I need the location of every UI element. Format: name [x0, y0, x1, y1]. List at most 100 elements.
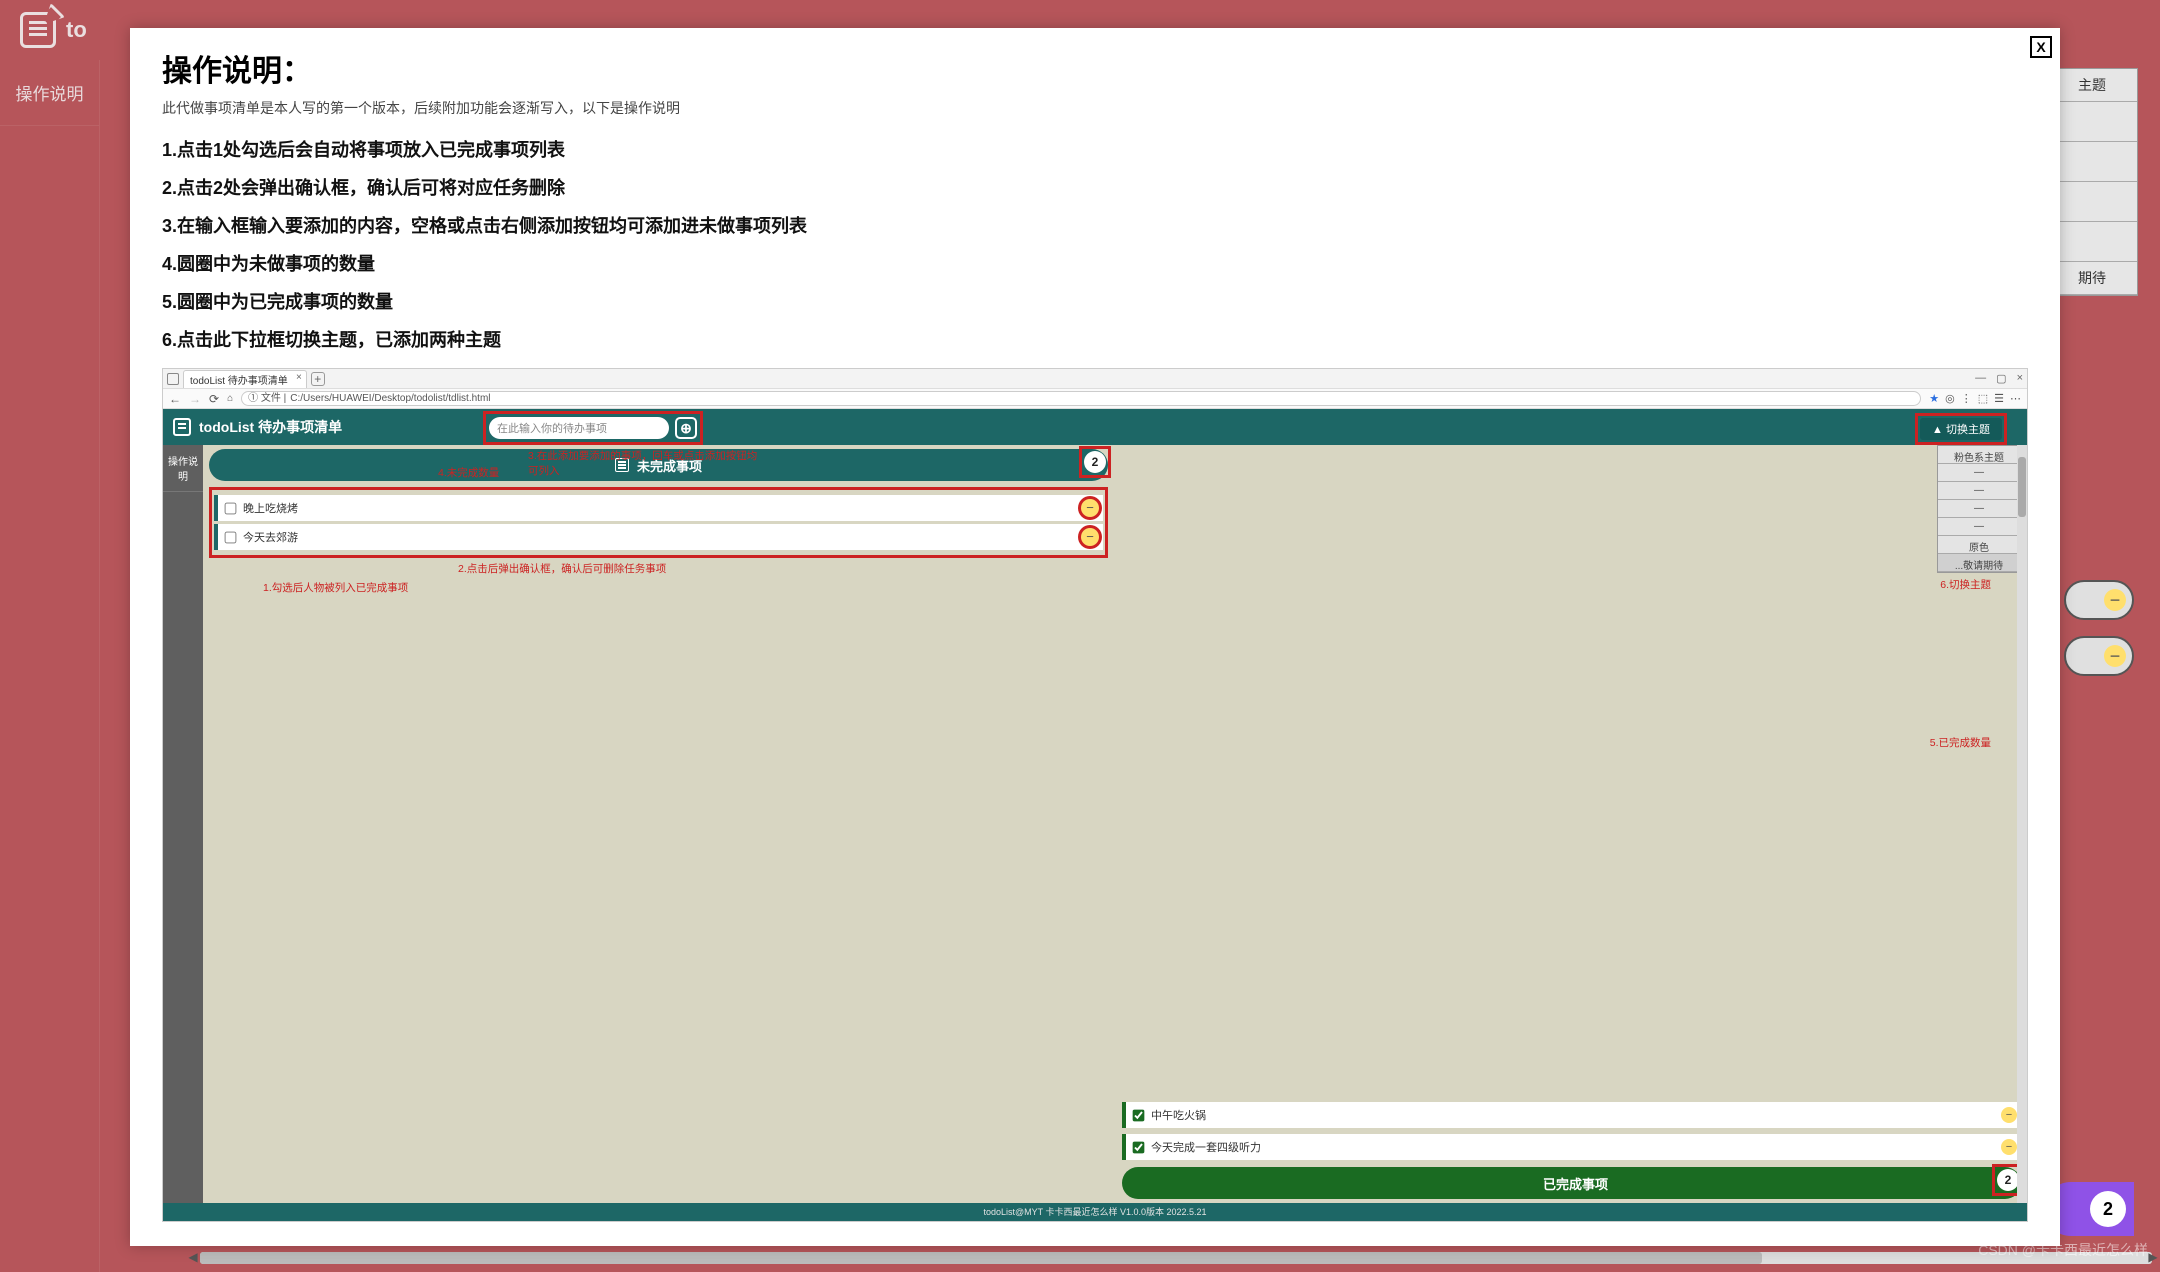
file-label: ① 文件 |: [248, 392, 286, 405]
url-text: C:/Users/HUAWEI/Desktop/todolist/tdlist.…: [290, 392, 490, 405]
todo-item: 今天去郊游 −: [214, 524, 1103, 550]
delete-button[interactable]: −: [1081, 528, 1099, 546]
bg-theme-row[interactable]: [2047, 142, 2137, 182]
home-icon[interactable]: ⌂: [227, 393, 233, 404]
embedded-screenshot: todoList 待办事项清单 × + — ▢ × ← → ⟳ ⌂ ① 文件 |…: [162, 368, 2028, 1222]
back-icon[interactable]: ←: [169, 392, 181, 406]
bg-task-pill[interactable]: −: [2064, 636, 2134, 676]
bg-theme-row[interactable]: [2047, 102, 2137, 142]
instruction-item: 3.在输入框输入要添加的内容，空格或点击右侧添加按钮均可添加进未做事项列表: [162, 212, 2028, 238]
close-button[interactable]: X: [2030, 36, 2052, 58]
browser-address-bar: ← → ⟳ ⌂ ① 文件 | C:/Users/HUAWEI/Desktop/t…: [163, 389, 2027, 409]
todo-item: 晚上吃烧烤 −: [214, 495, 1103, 521]
annotation-note-4: 4.未完成数量: [438, 465, 499, 480]
bg-sidebar-item-help[interactable]: 操作说明: [0, 60, 99, 126]
delete-button[interactable]: −: [1081, 499, 1099, 517]
ext-icon[interactable]: ⋮: [1961, 392, 1972, 405]
undone-column: 未完成事项 2 晚上吃烧烤 −: [203, 445, 1114, 1203]
todo-text: 今天去郊游: [243, 529, 298, 545]
ext-icon[interactable]: ◎: [1945, 392, 1955, 405]
add-button[interactable]: ⊕: [675, 417, 697, 439]
tab-close-icon[interactable]: ×: [296, 372, 302, 383]
browser-tab[interactable]: todoList 待办事项清单 ×: [183, 370, 307, 388]
refresh-icon[interactable]: ⟳: [209, 392, 219, 406]
done-text: 中午吃火锅: [1151, 1107, 1206, 1123]
todo-text: 晚上吃烧烤: [243, 500, 298, 516]
bg-theme-row[interactable]: [2047, 222, 2137, 262]
eb-sidebar: 操作说明: [163, 445, 203, 1203]
instruction-item: 5.圆圈中为已完成事项的数量: [162, 288, 2028, 314]
modal-title: 操作说明：: [162, 46, 2028, 90]
instruction-item: 1.点击1处勾选后会自动将事项放入已完成事项列表: [162, 136, 2028, 162]
bg-task-pill[interactable]: −: [2064, 580, 2134, 620]
theme-option-original[interactable]: 原色: [1938, 536, 2020, 554]
todolist-logo-icon: [20, 12, 56, 48]
theme-switch-button[interactable]: ▲ 切换主题: [1920, 418, 2002, 440]
browser-extensions: ★ ◎ ⋮ ⬚ ☰ ⋯: [1929, 392, 2021, 405]
embedded-app: todoList 待办事项清单 在此输入你的待办事项 ⊕ ▲ 切换主题: [163, 409, 2027, 1221]
done-count-badge: 2: [1997, 1169, 2019, 1191]
undone-count-badge: 2: [1084, 451, 1106, 473]
instruction-item: 2.点击2处会弹出确认框，确认后可将对应任务删除: [162, 174, 2028, 200]
bg-title: to: [66, 17, 87, 43]
forward-icon[interactable]: →: [189, 392, 201, 406]
todo-checkbox[interactable]: [225, 531, 237, 543]
annotation-box-4: 2: [1079, 446, 1111, 478]
eb-header: todoList 待办事项清单 在此输入你的待办事项 ⊕ ▲ 切换主题: [163, 409, 2027, 445]
browser-tab-bar: todoList 待办事项清单 × + — ▢ ×: [163, 369, 2027, 389]
annotation-note-1: 1.勾选后人物被列入已完成事项: [263, 580, 408, 595]
delete-button[interactable]: −: [2001, 1139, 2017, 1155]
todo-checkbox[interactable]: [225, 502, 237, 514]
modal-subtitle: 此代做事项清单是本人写的第一个版本，后续附加功能会逐渐写入，以下是操作说明: [162, 98, 2028, 118]
theme-option[interactable]: —: [1938, 482, 2020, 500]
help-modal: X 操作说明： 此代做事项清单是本人写的第一个版本，后续附加功能会逐渐写入，以下…: [130, 28, 2060, 1246]
bg-horizontal-scrollbar[interactable]: [200, 1252, 2152, 1264]
annotation-note-6: 6.切换主题: [1940, 577, 1991, 592]
theme-dropdown-list[interactable]: 粉色系主题 — — — — 原色 ...敬请期待: [1937, 445, 2021, 573]
ext-icon[interactable]: ⋯: [2010, 392, 2021, 405]
done-item: 今天完成一套四级听力 −: [1122, 1134, 2021, 1160]
delete-button[interactable]: −: [2001, 1107, 2017, 1123]
theme-option-expect[interactable]: ...敬请期待: [1938, 554, 2020, 572]
done-checkbox[interactable]: [1133, 1141, 1145, 1153]
browser-tab-title: todoList 待办事项清单: [190, 376, 288, 387]
done-header-pill: 已完成事项 2: [1122, 1167, 2021, 1199]
url-input[interactable]: ① 文件 | C:/Users/HUAWEI/Desktop/todolist/…: [241, 391, 1921, 406]
annotation-box-3: 在此输入你的待办事项 ⊕: [483, 411, 703, 445]
theme-option[interactable]: —: [1938, 518, 2020, 536]
maximize-icon[interactable]: ▢: [1996, 372, 2006, 385]
theme-option[interactable]: —: [1938, 464, 2020, 482]
done-title: 已完成事项: [1543, 1174, 1608, 1193]
window-icon: [167, 373, 179, 385]
minus-icon[interactable]: −: [2104, 645, 2126, 667]
annotation-note-3: 3.在此添加要添加的事项，回车或点击添加按钮均可列入: [528, 448, 758, 478]
bg-sidebar: 操作说明: [0, 60, 100, 1272]
todolist-logo-icon: [173, 418, 191, 436]
eb-vertical-scrollbar[interactable]: [2017, 445, 2027, 1203]
eb-sidebar-item-help[interactable]: 操作说明: [163, 445, 203, 492]
close-icon[interactable]: ×: [2017, 372, 2023, 385]
annotation-note-2: 2.点击后弹出确认框，确认后可删除任务事项: [458, 561, 688, 576]
new-tab-button[interactable]: +: [311, 372, 325, 386]
star-icon[interactable]: ★: [1929, 392, 1939, 405]
theme-option[interactable]: —: [1938, 500, 2020, 518]
bg-scroll-thumb[interactable]: [200, 1252, 1762, 1264]
bg-theme-row-title: 主题: [2047, 69, 2137, 102]
search-placeholder: 在此输入你的待办事项: [497, 420, 607, 436]
annotation-box-6: ▲ 切换主题: [1915, 413, 2007, 445]
done-column: 中午吃火锅 − 今天完成一套四级听力 − 已完成事项: [1116, 445, 2027, 1203]
instruction-item: 4.圆圈中为未做事项的数量: [162, 250, 2028, 276]
theme-option[interactable]: 粉色系主题: [1938, 446, 2020, 464]
minimize-icon[interactable]: —: [1975, 372, 1986, 385]
eb-header-title: todoList 待办事项清单: [199, 417, 342, 437]
annotation-box-1-2: 晚上吃烧烤 − 今天去郊游 −: [209, 487, 1108, 558]
ext-icon[interactable]: ☰: [1994, 392, 2004, 405]
bg-theme-row[interactable]: [2047, 182, 2137, 222]
minus-icon[interactable]: −: [2104, 589, 2126, 611]
eb-footer: todoList@MYT 卡卡西最近怎么样 V1.0.0版本 2022.5.21: [163, 1203, 2027, 1221]
bg-theme-row-expect: 期待: [2047, 262, 2137, 295]
done-item: 中午吃火锅 −: [1122, 1102, 2021, 1128]
search-input[interactable]: 在此输入你的待办事项: [489, 417, 669, 439]
ext-icon[interactable]: ⬚: [1978, 392, 1988, 405]
done-checkbox[interactable]: [1133, 1109, 1145, 1121]
